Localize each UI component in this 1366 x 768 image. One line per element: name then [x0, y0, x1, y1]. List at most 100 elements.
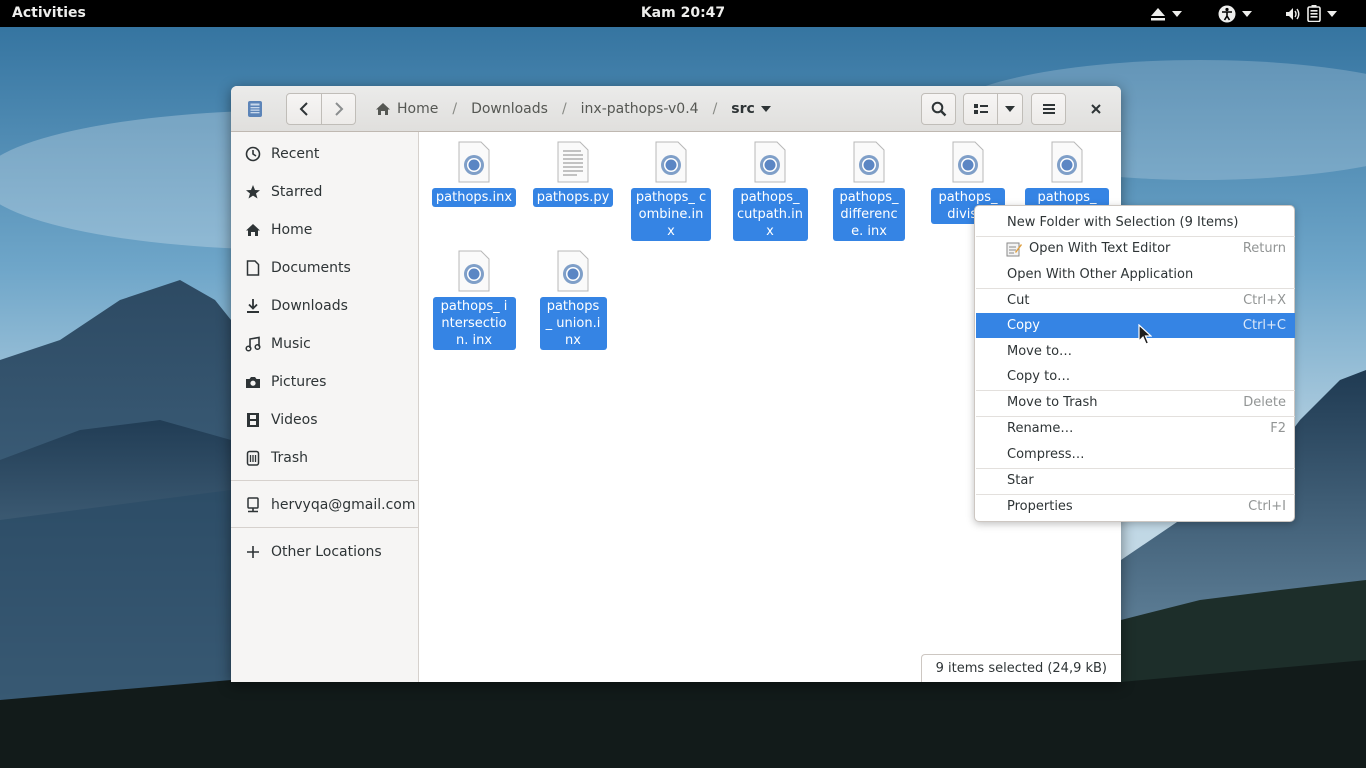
breadcrumb-separator: / [452, 101, 458, 117]
menu-item-label: Cut [1007, 293, 1030, 308]
breadcrumb-label: Downloads [471, 101, 548, 117]
chevron-down-icon [760, 106, 771, 112]
clock[interactable]: Kam 20:47 [641, 5, 725, 21]
sidebar-item-trash[interactable]: Trash [231, 440, 418, 476]
text-document-icon [557, 141, 589, 183]
view-mode-button[interactable] [963, 93, 998, 125]
file-item[interactable]: pathops_ difference. inx [825, 141, 913, 241]
mouse-pointer-icon [1138, 324, 1152, 345]
menu-item-label: Move to… [1007, 344, 1073, 359]
file-item[interactable]: pathops_ cutpath.inx [726, 141, 814, 241]
file-item[interactable]: pathops_ [1023, 141, 1111, 207]
battery-icon [1307, 5, 1321, 22]
menu-item-label: Compress… [1007, 447, 1085, 462]
breadcrumb-inx-pathops[interactable]: inx-pathops-v0.4 [577, 101, 703, 117]
sidebar-item-starred[interactable]: Starred [231, 174, 418, 210]
view-options-button[interactable] [997, 93, 1023, 125]
system-menu[interactable] [1285, 4, 1337, 23]
menu-item-cut[interactable]: Cut Ctrl+X [976, 288, 1295, 313]
network-account-icon [247, 497, 259, 513]
accessibility-icon [1218, 5, 1236, 22]
sidebar-item-recent[interactable]: Recent [231, 136, 418, 172]
menu-item-new-folder-with-selection[interactable]: New Folder with Selection (9 Items) [976, 210, 1295, 235]
sidebar-item-label: Videos [271, 412, 318, 428]
activities-button[interactable]: Activities [12, 5, 86, 21]
menu-item-properties[interactable]: Properties Ctrl+I [976, 494, 1295, 519]
web-document-icon [754, 141, 786, 183]
breadcrumb-separator: / [712, 101, 718, 117]
menu-item-compress[interactable]: Compress… [976, 442, 1295, 467]
list-view-icon [973, 104, 988, 114]
camera-icon [246, 377, 260, 388]
breadcrumb-src[interactable]: src [727, 101, 775, 117]
forward-button[interactable] [321, 93, 356, 125]
sidebar-item-label: hervyqa@gmail.com [271, 497, 416, 513]
file-item[interactable]: pathops_ union.inx [529, 250, 617, 350]
menu-item-move-to-trash[interactable]: Move to Trash Delete [976, 390, 1295, 415]
sidebar-separator [231, 480, 418, 481]
menu-item-accelerator: Delete [1243, 395, 1286, 410]
breadcrumb-label: Home [397, 101, 439, 117]
breadcrumb-separator: / [561, 101, 567, 117]
menu-item-accelerator: Return [1242, 241, 1286, 256]
clock-icon [245, 146, 261, 162]
menu-item-rename[interactable]: Rename… F2 [976, 416, 1295, 441]
menu-item-label: New Folder with Selection (9 Items) [1007, 215, 1239, 230]
file-item[interactable]: pathops.inx [430, 141, 518, 207]
accessibility-menu[interactable] [1218, 4, 1252, 23]
search-button[interactable] [921, 93, 956, 125]
web-document-icon [557, 250, 589, 292]
chevron-down-icon [1242, 10, 1252, 17]
breadcrumb: Home / Downloads / inx-pathops-v0.4 / sr… [371, 86, 775, 132]
home-icon [376, 103, 390, 115]
menu-item-star[interactable]: Star [976, 468, 1295, 493]
chevron-left-icon [299, 102, 308, 116]
file-item[interactable]: pathops_ intersection. inx [430, 250, 518, 350]
menu-item-open-with-text-editor[interactable]: Open With Text Editor Return [976, 236, 1295, 261]
sidebar-item-label: Documents [271, 260, 351, 276]
back-button[interactable] [286, 93, 322, 125]
sidebar-item-videos[interactable]: Videos [231, 402, 418, 438]
menu-item-label: Move to Trash [1007, 395, 1098, 410]
menu-item-open-with-other-application[interactable]: Open With Other Application [976, 262, 1295, 287]
sidebar-item-music[interactable]: Music [231, 326, 418, 362]
film-icon [247, 413, 259, 427]
menu-button[interactable] [1031, 93, 1066, 125]
menu-item-copy[interactable]: Copy Ctrl+C [976, 313, 1295, 338]
close-button[interactable] [1083, 93, 1109, 125]
breadcrumb-home[interactable]: Home [371, 101, 442, 117]
header-bar: Home / Downloads / inx-pathops-v0.4 / sr… [231, 86, 1121, 132]
breadcrumb-downloads[interactable]: Downloads [467, 101, 552, 117]
drive-icon [248, 101, 262, 117]
chevron-down-icon [1005, 106, 1015, 112]
file-item[interactable]: pathops_ combine.inx [627, 141, 715, 241]
sidebar-item-other-locations[interactable]: Other Locations [231, 534, 418, 570]
file-name: pathops_ intersection. inx [432, 297, 516, 350]
close-icon [1091, 104, 1101, 114]
sidebar-item-downloads[interactable]: Downloads [231, 288, 418, 324]
sidebar-item-label: Starred [271, 184, 323, 200]
sidebar-separator [231, 527, 418, 528]
sidebar-item-label: Downloads [271, 298, 348, 314]
search-icon [931, 101, 946, 117]
web-document-icon [952, 141, 984, 183]
menu-item-label: Open With Other Application [1007, 267, 1194, 282]
sidebar-item-pictures[interactable]: Pictures [231, 364, 418, 400]
menu-item-label: Open With Text Editor [1029, 241, 1171, 256]
sidebar-item-label: Music [271, 336, 311, 352]
eject-menu[interactable] [1150, 4, 1182, 23]
sidebar-item-home[interactable]: Home [231, 212, 418, 248]
file-name: pathops_ combine.inx [631, 188, 711, 241]
text-editor-icon [1006, 242, 1022, 256]
sidebar: Recent Starred Home Documents Downloads … [231, 132, 419, 682]
menu-item-move-to[interactable]: Move to… [976, 339, 1295, 364]
sidebar-toggle[interactable] [243, 93, 267, 125]
menu-item-accelerator: Ctrl+I [1248, 499, 1286, 514]
sidebar-item-documents[interactable]: Documents [231, 250, 418, 286]
menu-item-copy-to[interactable]: Copy to… [976, 364, 1295, 389]
sidebar-item-account[interactable]: hervyqa@gmail.com [231, 487, 418, 523]
file-item[interactable]: pathops.py [529, 141, 617, 207]
plus-icon [247, 546, 259, 558]
breadcrumb-label: src [731, 101, 755, 117]
menu-item-label: Properties [1007, 499, 1073, 514]
